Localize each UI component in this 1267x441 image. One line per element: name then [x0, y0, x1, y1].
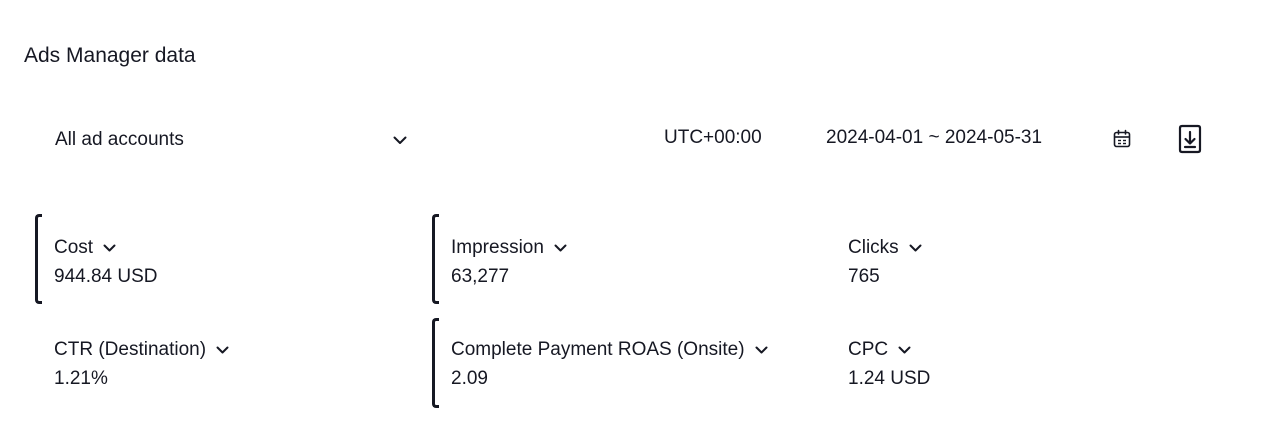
- metric-selector[interactable]: Impression: [451, 235, 791, 261]
- metric-selector[interactable]: CTR (Destination): [54, 337, 394, 363]
- chevron-down-icon: [103, 244, 116, 252]
- metric-clicks[interactable]: Clicks 765: [848, 235, 1188, 288]
- metric-label: CPC: [848, 339, 889, 360]
- metric-cost[interactable]: Cost 944.84 USD: [54, 235, 394, 288]
- metric-ctr-destination[interactable]: CTR (Destination) 1.21%: [54, 337, 394, 390]
- ad-account-select[interactable]: All ad accounts: [55, 126, 407, 154]
- metric-selected-indicator: [432, 214, 439, 304]
- chevron-down-icon: [393, 136, 407, 145]
- chevron-down-icon: [554, 244, 567, 252]
- ad-account-select-label: All ad accounts: [55, 129, 184, 150]
- chevron-down-icon: [216, 346, 229, 354]
- metric-selected-indicator: [35, 214, 42, 304]
- calendar-icon[interactable]: [1112, 129, 1132, 149]
- metric-cpc[interactable]: CPC 1.24 USD: [848, 337, 1188, 390]
- metric-selector[interactable]: Cost: [54, 235, 394, 261]
- chevron-down-icon: [755, 346, 768, 354]
- metric-selector[interactable]: Complete Payment ROAS (Onsite): [451, 337, 831, 363]
- metric-value: 2.09: [451, 368, 488, 389]
- metric-value: 1.21%: [54, 368, 108, 389]
- metric-complete-payment-roas[interactable]: Complete Payment ROAS (Onsite) 2.09: [451, 337, 831, 390]
- metric-impression[interactable]: Impression 63,277: [451, 235, 791, 288]
- page-title: Ads Manager data: [24, 44, 196, 67]
- date-range-picker[interactable]: 2024-04-01 ~ 2024-05-31: [826, 127, 1042, 149]
- download-icon[interactable]: [1176, 124, 1204, 154]
- metric-value: 1.24 USD: [848, 368, 931, 389]
- timezone-label: UTC+00:00: [664, 127, 762, 148]
- metric-value: 765: [848, 266, 880, 287]
- metric-label: Impression: [451, 237, 544, 258]
- metric-label: Complete Payment ROAS (Onsite): [451, 339, 745, 360]
- metric-value: 63,277: [451, 266, 510, 287]
- metric-selected-indicator: [432, 318, 439, 408]
- metric-selector[interactable]: Clicks: [848, 235, 1188, 261]
- metric-label: Clicks: [848, 237, 899, 258]
- metric-label: Cost: [54, 237, 94, 258]
- metric-value: 944.84 USD: [54, 266, 158, 287]
- chevron-down-icon: [898, 346, 911, 354]
- metric-selector[interactable]: CPC: [848, 337, 1188, 363]
- metric-label: CTR (Destination): [54, 339, 207, 360]
- chevron-down-icon: [909, 244, 922, 252]
